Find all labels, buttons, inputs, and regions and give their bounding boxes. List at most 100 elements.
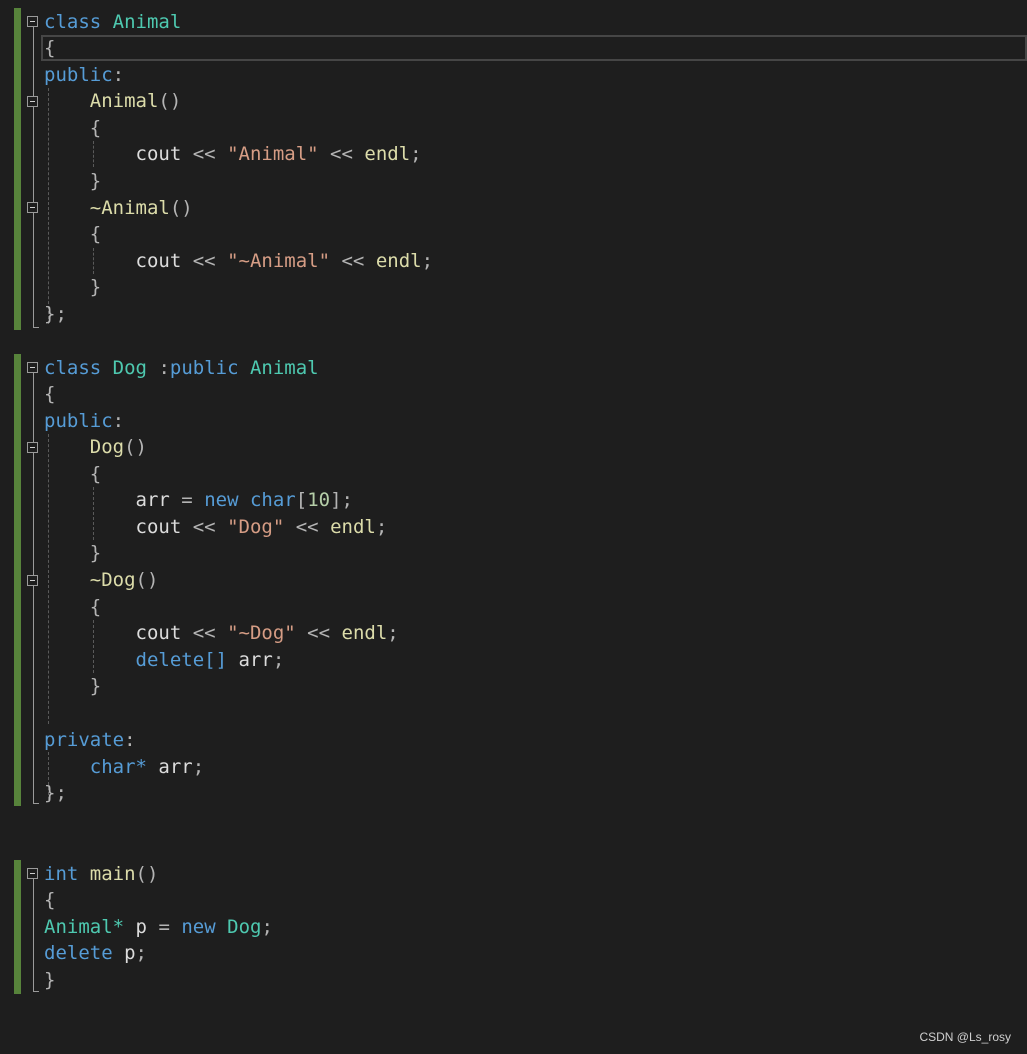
fold-region-end [33,991,39,992]
operator: << [192,516,216,538]
identifier: cout [135,622,182,644]
type-name: Animal [112,11,182,33]
code-line-24: delete[] arr; [44,647,285,673]
type-name: Dog [112,357,147,379]
code-line-21: ~Dog() [44,567,159,593]
fold-region-end [33,327,39,328]
punctuation: } [89,675,102,697]
code-line-23: cout << "~Dog" << endl; [44,620,399,646]
fold-toggle-icon[interactable] [27,96,38,107]
identifier: p [135,916,147,938]
fold-toggle-icon[interactable] [27,362,38,373]
code-line-6: cout << "Animal" << endl; [44,141,422,167]
punctuation: ; [421,250,434,272]
punctuation: }; [44,303,67,325]
function-name: Animal [89,90,159,112]
punctuation: }; [44,782,67,804]
fold-region-end [33,803,39,804]
code-line-3: public: [44,62,124,88]
operator: << [330,143,353,165]
code-line-20: } [44,540,101,566]
keyword: new [181,916,216,938]
function-name: Dog [89,436,125,458]
identifier: endl [375,250,422,272]
code-line-28: }; [44,780,67,806]
punctuation: ; [192,756,205,778]
code-line-1: class Animal [44,9,181,35]
type-name: Dog [227,916,262,938]
fold-region-line [33,373,34,803]
punctuation: : [158,357,170,379]
identifier: cout [135,143,182,165]
keyword: int [44,863,79,885]
punctuation: ; [410,143,422,165]
punctuation: } [44,969,56,991]
fold-toggle-icon[interactable] [27,202,38,213]
code-line-19: cout << "Dog" << endl; [44,514,388,540]
type-name: Animal [249,357,319,379]
punctuation: () [124,436,147,458]
punctuation: [ [295,489,308,511]
fold-toggle-icon[interactable] [27,575,38,586]
code-line-5: { [44,115,101,141]
identifier: arr [135,489,170,511]
function-name: ~Animal [89,197,170,219]
access-specifier: private [44,729,125,751]
operator: << [192,143,216,165]
keyword: delete [44,942,113,964]
punctuation: ; [375,516,388,538]
punctuation: ; [135,942,147,964]
code-line-29: int main() [44,861,158,887]
punctuation: } [89,276,102,298]
code-line-30: { [44,887,55,913]
operator: = [158,916,170,938]
code-line-4: Animal() [44,88,182,114]
code-line-14: { [44,381,55,407]
code-line-8: ~Animal() [44,195,193,221]
identifier: p [124,942,136,964]
watermark: CSDN @Ls_rosy [919,1030,1011,1044]
identifier: endl [364,143,411,165]
punctuation: ; [261,916,273,938]
punctuation: { [89,463,102,485]
punctuation: : [112,64,125,86]
identifier: arr [238,649,273,671]
string-literal: "~Dog" [227,622,296,644]
operator: << [295,516,319,538]
code-line-9: { [44,221,101,247]
punctuation: { [44,37,56,59]
punctuation: } [89,542,102,564]
operator: = [181,489,193,511]
keyword: delete[] [135,649,228,671]
punctuation: : [112,410,125,432]
code-line-17: { [44,461,101,487]
punctuation: ]; [330,489,353,511]
fold-toggle-icon[interactable] [27,868,38,879]
code-line-22: { [44,594,101,620]
code-line-18: arr = new char[10]; [44,487,353,513]
punctuation: { [44,889,56,911]
code-line-2: { [44,35,55,61]
code-editor[interactable]: class Animal { public: Animal() { cout <… [0,0,1027,1000]
punctuation: ; [272,649,285,671]
access-specifier: public [44,64,113,86]
operator: << [192,250,216,272]
punctuation: () [135,863,159,885]
identifier: endl [341,622,388,644]
code-line-7: } [44,168,101,194]
string-literal: "Dog" [227,516,285,538]
identifier: endl [330,516,376,538]
identifier: arr [158,756,193,778]
fold-toggle-icon[interactable] [27,442,38,453]
code-line-32: delete p; [44,940,147,966]
keyword: class [44,11,102,33]
punctuation: ; [387,622,399,644]
function-name: ~Dog [89,569,136,591]
code-line-27: char* arr; [44,754,204,780]
punctuation: { [89,596,102,618]
keyword: public [169,357,239,379]
code-line-13: class Dog :public Animal [44,355,319,381]
code-line-15: public: [44,408,124,434]
fold-toggle-icon[interactable] [27,16,38,27]
code-line-25: } [44,673,101,699]
